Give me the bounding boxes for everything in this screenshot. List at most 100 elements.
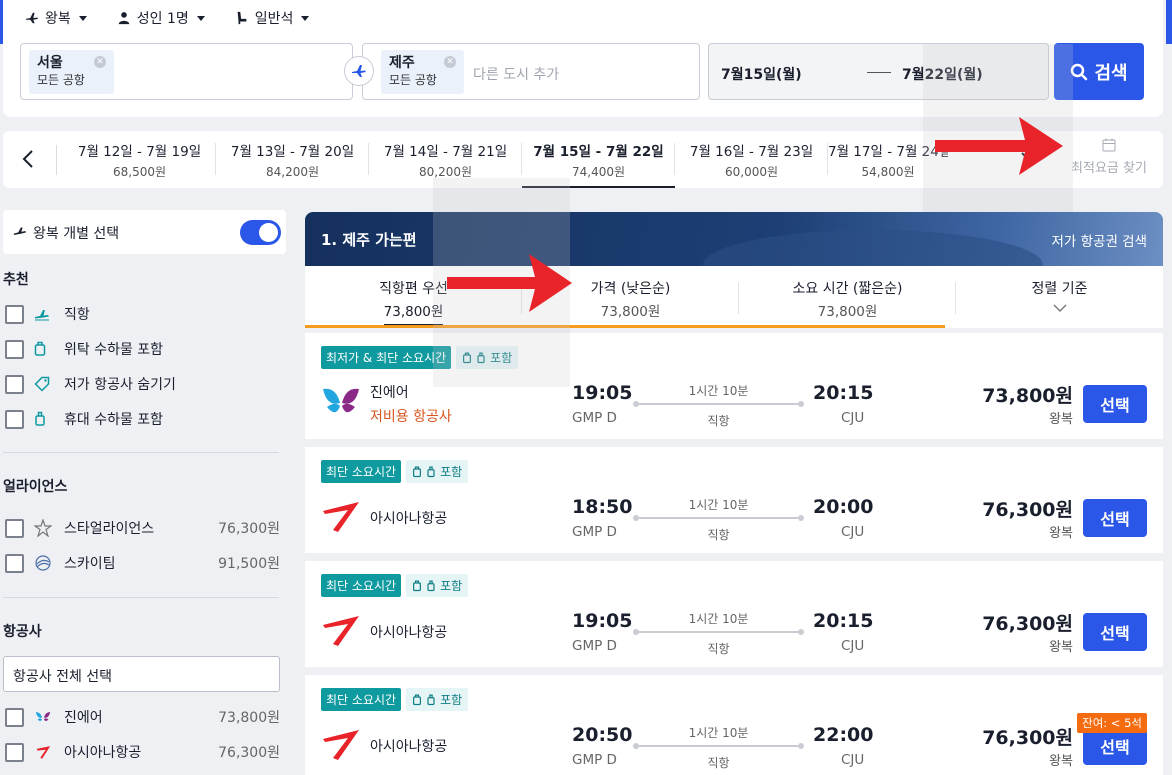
price-note: 왕복 <box>1049 412 1073 427</box>
flight-card[interactable]: 최단 소요시간 포함 아시아나항공 19:05 GMP D 1시간 10분 직항… <box>305 561 1163 667</box>
filter-price: 76,300원 <box>218 521 280 537</box>
destination-airport: 모든 공항 <box>389 73 437 87</box>
destination-field[interactable]: 제주 모든 공항 ✕ 다른 도시 추가 <box>362 43 700 100</box>
sort-criteria-dropdown[interactable]: 정렬 기준 <box>956 266 1163 328</box>
filter-hide-lcc[interactable]: 저가 항공사 숨기기 <box>5 374 280 394</box>
asiana-logo-icon <box>323 730 359 760</box>
asiana-logo-icon <box>36 746 51 759</box>
date-range: 7월 15일 - 7월 22일 <box>533 144 664 160</box>
alliance-title: 얼라이언스 <box>3 479 68 495</box>
checkbox[interactable] <box>5 339 24 359</box>
seats-left-badge: 잔여: < 5석 <box>1077 713 1147 733</box>
person-icon <box>118 12 130 25</box>
flight-card[interactable]: 최단 소요시간 포함 아시아나항공 20:50 GMP D 1시간 10분 직항… <box>305 675 1163 775</box>
carry-on-bag-icon <box>427 694 435 705</box>
date-option[interactable]: 7월 13일 - 7월 20일 84,200원 <box>216 131 369 188</box>
price-note: 왕복 <box>1049 640 1073 655</box>
caret-down-icon <box>196 15 205 21</box>
baggage-badge: 포함 <box>406 688 469 711</box>
sort-price: 73,800원 <box>600 304 661 320</box>
suitcase-icon <box>413 466 422 477</box>
suitcase-icon <box>413 580 422 591</box>
stops: 직항 <box>707 642 730 656</box>
divider <box>3 452 279 453</box>
divider <box>3 597 279 598</box>
filter-checked-bag[interactable]: 위탁 수하물 포함 <box>5 339 280 359</box>
departure-time: 19:05 <box>572 382 633 404</box>
checkbox[interactable] <box>5 518 24 538</box>
trip-type-dropdown[interactable]: 왕복 <box>25 8 87 28</box>
checkbox[interactable] <box>5 304 24 324</box>
filter-skyteam[interactable]: 스카이팀 91,500원 <box>5 553 280 573</box>
date-option[interactable]: 7월 12일 - 7월 19일 68,500원 <box>63 131 216 188</box>
airline-title: 항공사 <box>3 624 42 640</box>
departure-time: 19:05 <box>572 610 633 632</box>
plane-icon <box>25 12 39 24</box>
route-line <box>633 743 804 749</box>
add-city-placeholder[interactable]: 다른 도시 추가 <box>473 64 559 84</box>
date-option[interactable]: 7월 16일 - 7월 23일 60,000원 <box>675 131 828 188</box>
roundtrip-toggle[interactable] <box>240 220 281 245</box>
results-heading: 1. 제주 가는편 <box>321 231 417 249</box>
filter-price: 76,300원 <box>218 745 280 761</box>
caret-down-icon <box>301 15 310 21</box>
chevron-left-icon[interactable] <box>17 147 41 171</box>
sort-duration-short[interactable]: 소요 시간 (짧은순) 73,800원 <box>739 266 956 328</box>
remove-destination-icon[interactable]: ✕ <box>444 56 456 68</box>
flight-card[interactable]: 최단 소요시간 포함 아시아나항공 18:50 GMP D 1시간 10분 직항… <box>305 447 1163 553</box>
stops: 직항 <box>707 414 730 428</box>
swap-route-button[interactable] <box>344 56 374 86</box>
date-separator <box>867 72 891 73</box>
departure-airport: GMP D <box>572 524 617 540</box>
cabin-dropdown[interactable]: 일반석 <box>235 8 310 28</box>
arrival-time: 20:15 <box>813 382 874 404</box>
passenger-label: 성인 1명 <box>136 11 189 27</box>
checkbox[interactable] <box>5 553 24 573</box>
departure-time: 20:50 <box>572 724 633 746</box>
filter-airline-asiana[interactable]: 아시아나항공 76,300원 <box>5 742 280 762</box>
roundtrip-toggle-card: 왕복 개별 선택 <box>3 210 286 254</box>
arrival-airport: CJU <box>841 638 865 654</box>
badges: 최단 소요시간 포함 <box>321 688 469 711</box>
filter-label: 아시아나항공 <box>64 745 142 761</box>
airline-select-all[interactable]: 항공사 전체 선택 <box>3 656 280 692</box>
seat-icon <box>237 11 247 25</box>
search-icon <box>1071 63 1088 80</box>
duration: 1시간 10분 <box>688 726 749 740</box>
cheap-flight-search-link[interactable]: 저가 항공권 검색 <box>1051 230 1147 250</box>
arrival-airport: CJU <box>841 410 865 426</box>
carry-on-bag-icon <box>427 580 435 591</box>
airline-name: 아시아나항공 <box>370 625 448 641</box>
asiana-logo-icon <box>323 616 359 646</box>
sort-title: 소요 시간 (짧은순) <box>792 281 903 297</box>
star-alliance-icon <box>34 519 52 537</box>
select-button[interactable]: 선택 <box>1083 385 1147 423</box>
asiana-logo-icon <box>323 502 359 532</box>
strip-divider <box>56 145 57 175</box>
filter-label: 휴대 수하물 포함 <box>64 412 164 428</box>
filter-price: 91,500원 <box>218 556 280 572</box>
origin-chip: 서울 모든 공항 ✕ <box>29 50 114 94</box>
select-button[interactable]: 선택 <box>1083 499 1147 537</box>
depart-date[interactable]: 7월15일(월) <box>721 64 802 84</box>
checkbox[interactable] <box>5 409 24 429</box>
departure-airport: GMP D <box>572 410 617 426</box>
remove-origin-icon[interactable]: ✕ <box>94 56 106 68</box>
airline-name: 진에어 <box>370 385 409 401</box>
filter-airline-jinair[interactable]: 진에어 73,800원 <box>5 707 280 727</box>
checkbox[interactable] <box>5 742 24 762</box>
jinair-logo-icon <box>35 712 51 722</box>
filter-direct[interactable]: 직항 <box>5 304 280 324</box>
carry-on-bag-icon <box>427 466 435 477</box>
search-options: 왕복 성인 1명 일반석 <box>25 8 310 28</box>
filter-carry-on[interactable]: 휴대 수하물 포함 <box>5 409 280 429</box>
checkbox[interactable] <box>5 707 24 727</box>
select-button[interactable]: 선택 <box>1083 613 1147 651</box>
filter-star-alliance[interactable]: 스타얼라이언스 76,300원 <box>5 518 280 538</box>
passenger-dropdown[interactable]: 성인 1명 <box>117 8 205 28</box>
checkbox[interactable] <box>5 374 24 394</box>
filter-label: 스타얼라이언스 <box>64 521 155 537</box>
flight-price: 76,300원 <box>982 613 1073 635</box>
carry-on-bag-icon <box>35 411 45 426</box>
origin-field[interactable]: 서울 모든 공항 ✕ <box>20 43 353 100</box>
